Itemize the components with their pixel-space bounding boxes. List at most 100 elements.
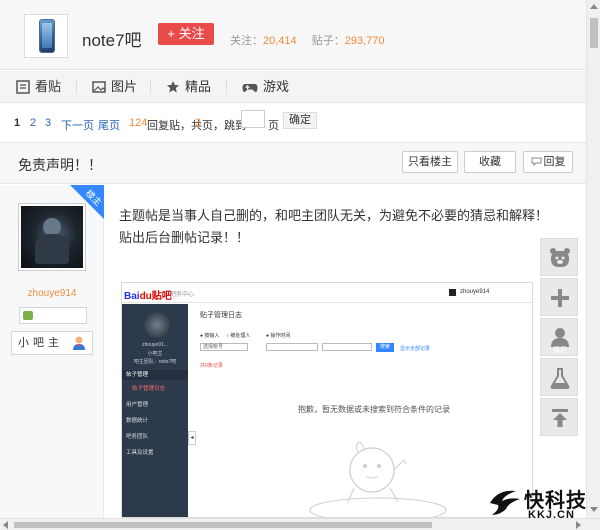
watermark-logo-icon [490, 490, 520, 515]
shot-collapse-toggle: ◂ [188, 431, 196, 445]
shot-radio: ○ 被处理人 [226, 333, 251, 339]
shot-radio: ● 操作时间 [266, 333, 291, 339]
tab-divider [150, 80, 151, 94]
total-pages: 3 [195, 117, 202, 129]
embedded-screenshot[interactable]: Baidu贴吧 吧务中心 zhouye914 zhouye91... 小吧主 吧… [121, 282, 533, 518]
jump-page-input[interactable] [241, 110, 265, 128]
horizontal-scroll-thumb[interactable] [14, 522, 432, 528]
thread-title: 免责声明！！ [18, 157, 102, 173]
scroll-down-arrow[interactable] [590, 507, 598, 512]
post-count-label: 贴子： [311, 35, 345, 47]
last-page-link[interactable]: 尾页 [98, 117, 120, 133]
page-link-3[interactable]: 3 [45, 117, 51, 129]
shot-menu-item: 吧务团队 [126, 434, 149, 440]
thread-title-bar: 免责声明！！ 只看楼主 收藏 回复 [0, 142, 586, 184]
float-tool-top[interactable] [540, 398, 578, 436]
float-tool-bear[interactable] [540, 238, 578, 276]
shot-sidebar: zhouye91... 小吧主 吧主团队：note7吧 帖子管理 帖子管理日志 … [122, 304, 188, 517]
tab-games[interactable]: 游戏 [242, 71, 289, 103]
forum-stats: 关注：20,414 贴子：293,770 [230, 32, 396, 48]
image-icon [92, 81, 106, 93]
gamepad-icon [242, 84, 258, 92]
shot-menu-item: 工具及设置 [126, 450, 154, 456]
author-column: 楼主 zhouye914 小吧主 [0, 185, 104, 518]
shot-input [266, 343, 318, 351]
shot-radio: ● 按输入 [200, 333, 220, 339]
page-current: 1 [14, 117, 21, 129]
avatar[interactable] [18, 203, 86, 271]
shot-side-role: 小吧主 [147, 351, 163, 357]
follow-count: 20,414 [263, 35, 297, 47]
vertical-scroll-thumb[interactable] [590, 18, 598, 48]
shot-side-user: zhouye91... [142, 342, 168, 348]
tab-images[interactable]: 图片 [92, 71, 137, 103]
reply-label: 回复贴，共 [147, 120, 202, 132]
document-icon [16, 80, 30, 94]
comment-icon [531, 157, 541, 167]
user-icon [551, 328, 569, 347]
watermark: 快科技 KKJ.CN [488, 484, 594, 522]
bear-icon [550, 248, 570, 267]
post-content: 主题帖是当事人自己删的，和吧主团队无关，为避免不必要的猜忌和解释！贴出后台删帖记… [119, 208, 549, 245]
shot-topbar: Baidu贴吧 吧务中心 zhouye914 [122, 283, 532, 303]
shot-user-avatar [449, 289, 456, 296]
shot-show-all-link: 显示全部记录 [400, 346, 431, 352]
scroll-left-arrow[interactable] [3, 521, 8, 529]
page-unit: 页 [268, 120, 279, 132]
jump-confirm-button[interactable]: 确定 [283, 112, 317, 129]
follow-count-label: 关注： [230, 35, 263, 47]
tab-label: 精品 [185, 79, 212, 94]
next-page-link[interactable]: 下一页 [61, 117, 94, 133]
reply-label: 回复 [543, 156, 566, 168]
role-label: 小吧主 [18, 337, 63, 349]
shot-menu-item: 帖子管理 [122, 370, 188, 380]
shot-empty-message: 抱歉，暂无数据或未搜索到符合条件的记录 [298, 405, 450, 414]
shot-search-button: 搜索 [376, 343, 394, 352]
tab-posts[interactable]: 看贴 [16, 71, 61, 103]
tab-divider [76, 80, 77, 94]
star-icon [167, 81, 179, 93]
level-icon [23, 311, 33, 320]
level-badge[interactable] [19, 307, 87, 324]
flask-icon [550, 368, 570, 389]
vertical-scrollbar[interactable] [586, 0, 600, 518]
shot-main: 贴子管理日志 ● 按输入 ○ 被处理人 ● 操作时间 选择帐号 搜索 显示全部记… [188, 304, 532, 517]
shot-side-avatar [144, 312, 170, 338]
float-tool-label: 最后 [553, 347, 567, 354]
forum-name[interactable]: note7吧 [82, 26, 142, 51]
author-username[interactable]: zhouye914 [0, 288, 104, 299]
post: 楼主 zhouye914 小吧主 主题帖是当事人自己删的，和吧主团队无关，为避免… [0, 185, 586, 518]
tab-label: 游戏 [263, 79, 290, 94]
tab-bar: 看贴 图片 精品 游戏 [0, 71, 586, 103]
shot-menu-item: 帖子管理日志 [132, 386, 166, 392]
scroll-up-arrow[interactable] [590, 4, 598, 9]
shot-record-count: 共0条记录 [200, 363, 223, 369]
shot-menu-item: 用户管理 [126, 402, 149, 408]
float-tool-user[interactable]: 最后 [540, 318, 578, 356]
scroll-right-arrow[interactable] [576, 521, 581, 529]
shot-side-forum: 吧主团队：note7吧 [133, 359, 177, 365]
shot-menu-item: 数据统计 [126, 418, 149, 424]
horizontal-scrollbar[interactable] [0, 518, 600, 530]
shot-logo-sub: 吧务中心 [170, 292, 195, 298]
forum-logo[interactable] [24, 14, 68, 58]
only-owner-button[interactable]: 只看楼主 [402, 151, 458, 173]
empty-mascot-icon [309, 441, 447, 517]
post-count: 293,770 [344, 35, 385, 47]
shot-logo: Baidu贴吧 [124, 291, 172, 302]
tab-label: 图片 [111, 79, 138, 94]
page-root: note7吧 + 关注 关注：20,414 贴子：293,770 看贴 图片 精… [0, 0, 600, 530]
back-to-top-icon [552, 409, 568, 427]
shot-input [322, 343, 372, 351]
float-tool-lab[interactable] [540, 358, 578, 396]
shot-heading: 贴子管理日志 [200, 312, 242, 319]
tab-label: 看贴 [35, 79, 62, 94]
moderator-icon [73, 336, 85, 350]
follow-button[interactable]: + 关注 [158, 23, 214, 45]
plus-icon [551, 289, 569, 307]
page-link-2[interactable]: 2 [30, 117, 36, 129]
reply-button[interactable]: 回复 [523, 151, 573, 173]
tab-featured[interactable]: 精品 [166, 71, 211, 103]
float-tool-add[interactable] [540, 278, 578, 316]
favorite-button[interactable]: 收藏 [464, 151, 516, 173]
